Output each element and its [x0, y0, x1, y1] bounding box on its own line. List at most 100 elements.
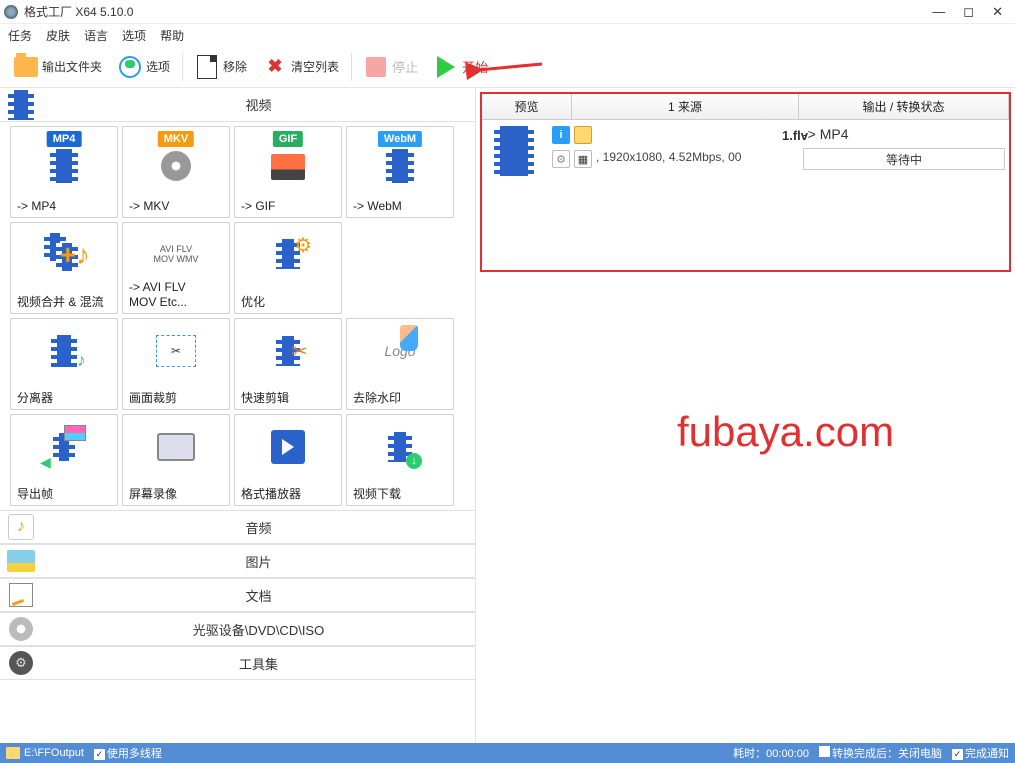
- mkv-label: -> MKV: [129, 199, 169, 213]
- convert-avi-flv[interactable]: AVI FLVMOV WMV-> AVI FLV MOV Etc...: [122, 222, 230, 314]
- titlebar: 格式工厂 X64 5.10.0 ― ◻ ✕: [0, 0, 1015, 24]
- category-toolkit-label: 工具集: [42, 654, 475, 673]
- menu-lang[interactable]: 语言: [84, 27, 108, 44]
- header-source[interactable]: 1 来源: [572, 94, 799, 119]
- left-pane: 视频 MP4-> MP4 MKV-> MKV GIF-> GIF WebM-> …: [0, 88, 476, 743]
- header-status[interactable]: 输出 / 转换状态: [799, 94, 1009, 119]
- shutdown-checkbox[interactable]: 转换完成后：关闭电脑: [819, 745, 942, 761]
- video-download[interactable]: ↓视频下载: [346, 414, 454, 506]
- task-meta: , 1920x1080, 4.52Mbps, 00: [596, 150, 741, 168]
- menu-task[interactable]: 任务: [8, 27, 32, 44]
- window-controls: ― ◻ ✕: [932, 4, 1011, 20]
- app-icon: [4, 5, 18, 19]
- play-icon: [434, 55, 458, 79]
- screenrec-label: 屏幕录像: [129, 487, 177, 501]
- image-icon: [4, 547, 38, 575]
- watermark-text: fubaya.com: [556, 408, 1015, 456]
- category-audio[interactable]: ♪ 音频: [0, 510, 475, 544]
- header-preview[interactable]: 预览: [482, 94, 572, 119]
- output-folder-button[interactable]: 输出文件夹: [8, 53, 108, 81]
- category-disc[interactable]: 光驱设备\DVD\CD\ISO: [0, 612, 475, 646]
- clear-icon: ✖: [263, 55, 287, 79]
- optimize[interactable]: ⚙优化: [234, 222, 342, 314]
- quick-edit[interactable]: ✂快速剪辑: [234, 318, 342, 410]
- folder-icon: [6, 747, 20, 759]
- download-label: 视频下载: [353, 487, 401, 501]
- empty-slot: [346, 222, 454, 314]
- remove-watermark[interactable]: Logo去除水印: [346, 318, 454, 410]
- disc-icon: [4, 615, 38, 643]
- range-icon[interactable]: ▦: [574, 150, 592, 168]
- output-path-button[interactable]: E:\FFOutput: [6, 747, 84, 759]
- toolkit-icon: ⚙: [4, 649, 38, 677]
- folder-icon: [14, 55, 38, 79]
- player-label: 格式播放器: [241, 487, 301, 501]
- output-folder-label: 输出文件夹: [42, 58, 102, 75]
- stop-button[interactable]: 停止: [358, 53, 424, 81]
- avi-flv-label: -> AVI FLV MOV Etc...: [129, 280, 187, 309]
- info-icon[interactable]: i: [552, 126, 570, 144]
- video-merge[interactable]: +♪视频合并 & 混流: [10, 222, 118, 314]
- merge-label: 视频合并 & 混流: [17, 295, 104, 309]
- maximize-button[interactable]: ◻: [963, 4, 974, 20]
- task-output: -> MP4 等待中: [795, 126, 1005, 180]
- splitter[interactable]: ♪分离器: [10, 318, 118, 410]
- highlight-box: 预览 1 来源 输出 / 转换状态 i ⚙ ▦ , 1920x1080, 4.5…: [480, 92, 1011, 272]
- close-button[interactable]: ✕: [992, 4, 1003, 20]
- mp4-label: -> MP4: [17, 199, 56, 213]
- category-video[interactable]: 视频: [0, 88, 475, 122]
- start-button[interactable]: 开始: [428, 53, 494, 81]
- crop-label: 画面裁剪: [129, 391, 177, 405]
- remove-label: 移除: [223, 58, 247, 75]
- task-row[interactable]: i ⚙ ▦ , 1920x1080, 4.52Mbps, 00 1.flv ->…: [482, 120, 1009, 186]
- audio-icon: ♪: [4, 513, 38, 541]
- clear-list-button[interactable]: ✖ 清空列表: [257, 53, 345, 81]
- task-status: 等待中: [803, 148, 1005, 170]
- notify-checkbox[interactable]: ✓完成通知: [952, 745, 1009, 761]
- quickedit-label: 快速剪辑: [241, 391, 289, 405]
- doc-remove-icon: [195, 55, 219, 79]
- task-headers: 预览 1 来源 输出 / 转换状态: [482, 94, 1009, 120]
- export-frame[interactable]: ◀导出帧: [10, 414, 118, 506]
- task-target: -> MP4: [803, 126, 1005, 142]
- clear-list-label: 清空列表: [291, 58, 339, 75]
- video-grid: MP4-> MP4 MKV-> MKV GIF-> GIF WebM-> Web…: [0, 122, 475, 510]
- format-player[interactable]: 格式播放器: [234, 414, 342, 506]
- optimize-label: 优化: [241, 295, 265, 309]
- stop-label: 停止: [392, 57, 418, 76]
- globe-icon: [118, 55, 142, 79]
- webm-label: -> WebM: [353, 199, 402, 213]
- category-image[interactable]: 图片: [0, 544, 475, 578]
- task-thumbnail: [494, 126, 544, 180]
- remove-button[interactable]: 移除: [189, 53, 253, 81]
- convert-mp4[interactable]: MP4-> MP4: [10, 126, 118, 218]
- options-button[interactable]: 选项: [112, 53, 176, 81]
- menubar: 任务 皮肤 语言 选项 帮助: [0, 24, 1015, 46]
- category-audio-label: 音频: [42, 518, 475, 537]
- export-frame-label: 导出帧: [17, 487, 53, 501]
- crop[interactable]: ✂画面裁剪: [122, 318, 230, 410]
- convert-mkv[interactable]: MKV-> MKV: [122, 126, 230, 218]
- category-toolkit[interactable]: ⚙ 工具集: [0, 646, 475, 680]
- toolbar-separator: [182, 53, 183, 81]
- elapsed-time: 耗时：00:00:00: [733, 745, 809, 761]
- open-folder-icon[interactable]: [574, 126, 592, 144]
- category-document[interactable]: 文档: [0, 578, 475, 612]
- output-path: E:\FFOutput: [24, 747, 84, 759]
- start-label: 开始: [462, 57, 488, 76]
- minimize-button[interactable]: ―: [932, 4, 945, 20]
- menu-options[interactable]: 选项: [122, 27, 146, 44]
- category-image-label: 图片: [42, 552, 475, 571]
- screen-record[interactable]: 屏幕录像: [122, 414, 230, 506]
- settings-icon[interactable]: ⚙: [552, 150, 570, 168]
- options-label: 选项: [146, 58, 170, 75]
- convert-webm[interactable]: WebM-> WebM: [346, 126, 454, 218]
- menu-skin[interactable]: 皮肤: [46, 27, 70, 44]
- multithread-checkbox[interactable]: ✓使用多线程: [94, 745, 162, 761]
- stop-icon: [364, 55, 388, 79]
- menu-help[interactable]: 帮助: [160, 27, 184, 44]
- convert-gif[interactable]: GIF-> GIF: [234, 126, 342, 218]
- body: 视频 MP4-> MP4 MKV-> MKV GIF-> GIF WebM-> …: [0, 88, 1015, 743]
- window-title: 格式工厂 X64 5.10.0: [24, 3, 932, 20]
- toolbar-separator: [351, 53, 352, 81]
